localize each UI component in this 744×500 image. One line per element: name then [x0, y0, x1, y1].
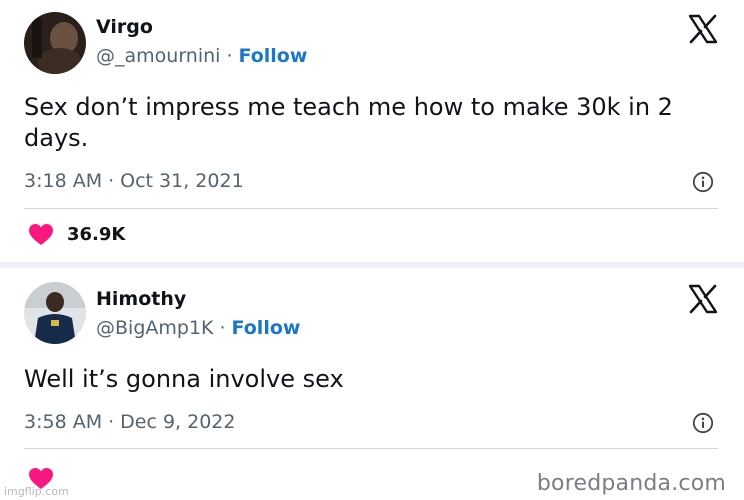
separator-dot: · [108, 170, 115, 192]
display-name[interactable]: Himothy [96, 288, 186, 310]
handle-line: @_amournini · Follow [96, 45, 307, 67]
avatar[interactable] [24, 12, 86, 74]
tweet-time: 3:18 AM [24, 170, 103, 192]
separator-dot: · [226, 45, 233, 67]
info-icon[interactable] [692, 171, 714, 193]
imgflip-watermark: imgflip.com [4, 485, 69, 498]
separator-dot: · [219, 317, 226, 339]
display-name[interactable]: Virgo [96, 16, 153, 38]
follow-button[interactable]: Follow [232, 317, 301, 339]
tweet-text: Well it’s gonna involve sex [24, 365, 344, 393]
heart-icon[interactable] [28, 223, 54, 247]
follow-button[interactable]: Follow [238, 45, 307, 67]
handle-line: @BigAmp1K · Follow [96, 317, 300, 339]
tweet-date: Dec 9, 2022 [120, 411, 236, 433]
separator-dot: · [108, 411, 115, 433]
x-logo-icon[interactable] [688, 284, 718, 314]
user-handle[interactable]: @BigAmp1K [96, 317, 214, 339]
divider [24, 208, 718, 209]
tweet-timestamp[interactable]: 3:58 AM · Dec 9, 2022 [24, 411, 235, 433]
divider [24, 448, 718, 449]
tweet-date: Oct 31, 2021 [120, 170, 244, 192]
tweet-timestamp[interactable]: 3:18 AM · Oct 31, 2021 [24, 170, 244, 192]
user-handle[interactable]: @_amournini [96, 45, 220, 67]
avatar[interactable] [24, 282, 86, 344]
tweet-card-himothy: Himothy @BigAmp1K · Follow Well it’s gonna… [0, 268, 744, 500]
tweet-text: Sex don’t impress me teach me how to mak… [24, 93, 673, 152]
x-logo-icon[interactable] [688, 14, 718, 44]
tweet-card-virgo: Virgo @_amournini · Follow Sex don’t impre… [0, 0, 744, 262]
boredpanda-watermark: boredpanda.com [536, 471, 726, 496]
like-count: 36.9K [67, 224, 126, 245]
info-icon[interactable] [692, 412, 714, 434]
tweet-time: 3:58 AM [24, 411, 103, 433]
